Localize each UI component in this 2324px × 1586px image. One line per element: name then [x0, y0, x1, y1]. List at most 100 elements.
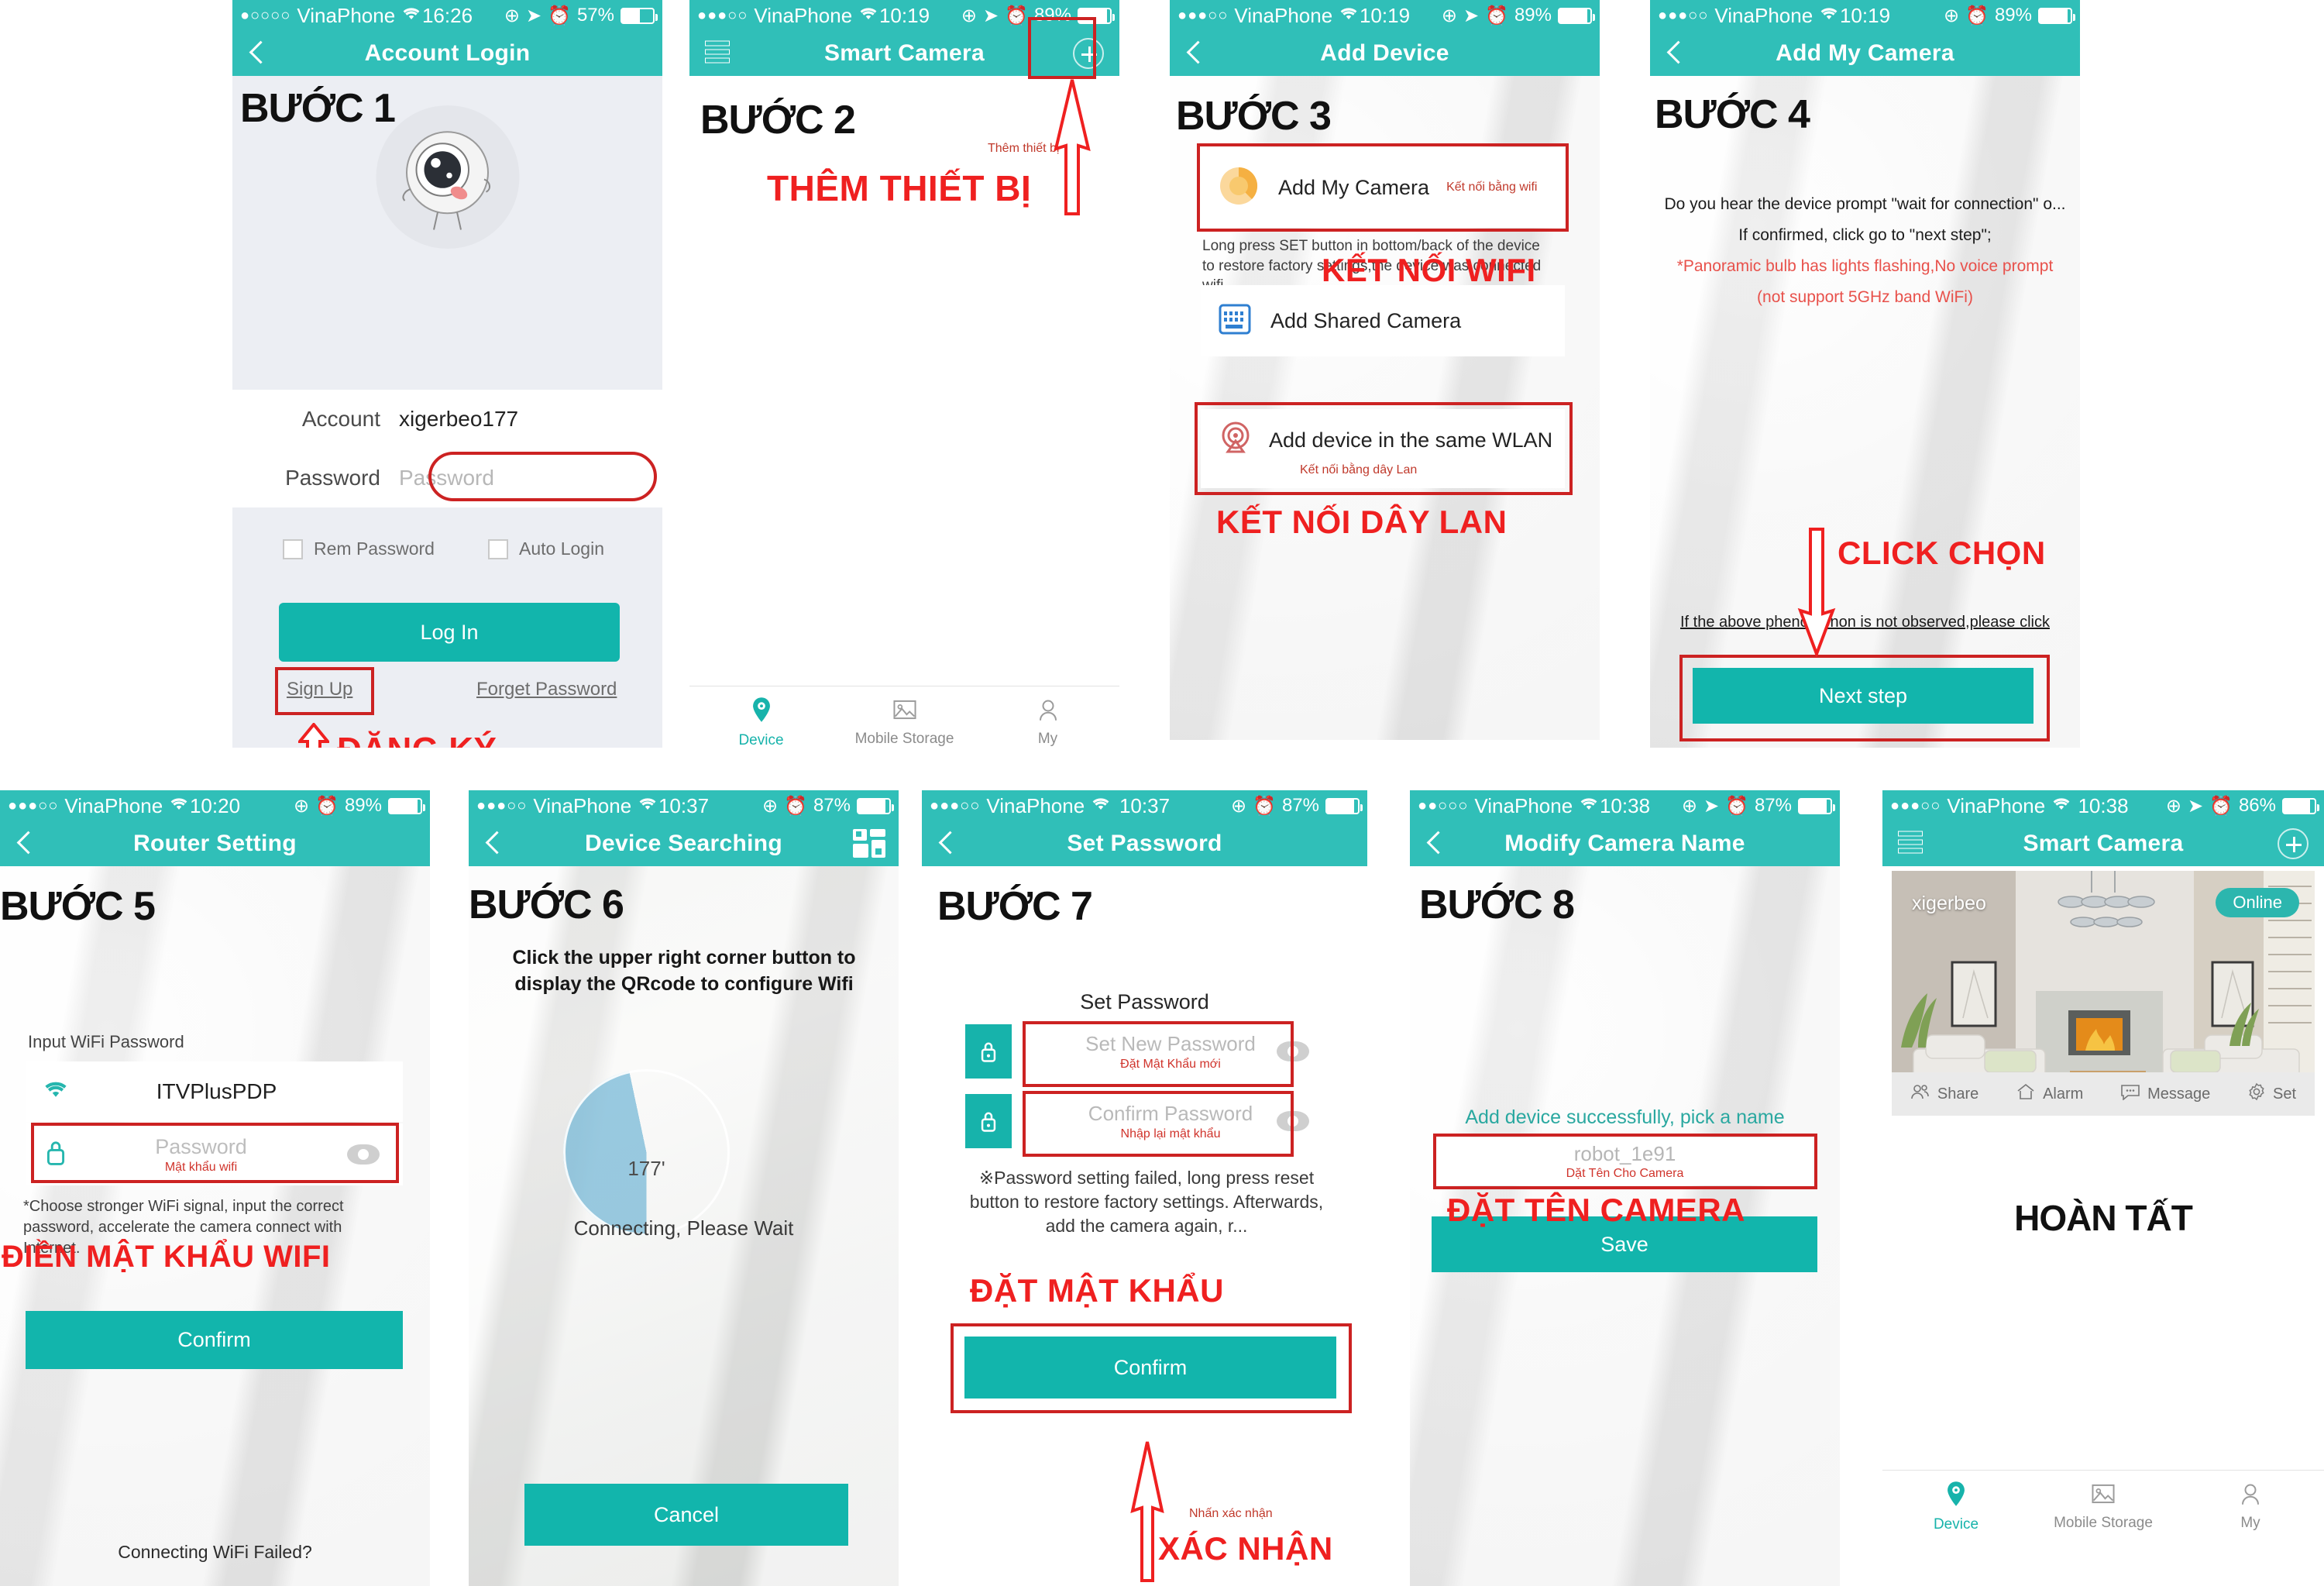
bottom-nav-device[interactable]: Device	[689, 686, 833, 759]
qrcode-icon[interactable]	[852, 828, 886, 859]
status-bar: ●●●○○ VinaPhone 10:19 ⊕ ⏰ 89%	[1650, 0, 2080, 31]
step-label-8: BƯỚC 8	[1419, 882, 1575, 927]
action-message[interactable]: Message	[2120, 1083, 2210, 1105]
nav-bar: Account Login	[232, 31, 662, 76]
battery-percent: 86%	[2238, 795, 2276, 816]
set-password-heading: Set Password	[1080, 990, 1209, 1013]
auto-login-row[interactable]: Auto Login	[488, 538, 604, 559]
step-label-7: BƯỚC 7	[937, 884, 1093, 929]
back-icon[interactable]	[1667, 42, 1681, 65]
menu-icon[interactable]	[1898, 831, 1923, 857]
nav-bar: Device Searching	[469, 821, 899, 866]
back-icon[interactable]	[249, 42, 263, 65]
status-bar: ●●●○○ VinaPhone 10:20 ⊕ ⏰ 89%	[0, 790, 430, 821]
cancel-button[interactable]: Cancel	[524, 1484, 848, 1546]
warning-line-1: *Panoramic bulb has lights flashing,No v…	[1676, 257, 2054, 275]
add-button-highlight-box	[1028, 17, 1096, 79]
step-label-4: BƯỚC 4	[1655, 92, 1810, 137]
location-arrow-icon: ➤	[1463, 5, 1480, 26]
password-label: Password	[285, 466, 380, 490]
bottom-nav-mobile-storage[interactable]: Mobile Storage	[2030, 1471, 2177, 1543]
user-icon	[1037, 698, 1060, 726]
rem-password-checkbox[interactable]	[283, 538, 303, 559]
bottom-nav-mobile-storage[interactable]: Mobile Storage	[833, 686, 976, 759]
carrier-label: VinaPhone	[1714, 3, 1813, 27]
bottom-nav-my[interactable]: My	[976, 686, 1119, 759]
add-shared-camera-card[interactable]: Add Shared Camera	[1201, 285, 1565, 356]
status-bar: ●●●○○ VinaPhone 10:19 ⊕ ➤ ⏰ 89%	[1170, 0, 1600, 31]
ssid-value[interactable]: ITVPlusPDP	[69, 1079, 364, 1104]
password-note-text: ※Password setting failed, long press res…	[969, 1168, 1324, 1237]
login-button-label: Log In	[420, 620, 479, 644]
panel-step3: ●●●○○ VinaPhone 10:19 ⊕ ➤ ⏰ 89% Add Devi…	[1170, 0, 1600, 740]
tutorial-sheet: ●○○○○ VinaPhone 16:26 ⊕ ➤ ⏰ 57% Account …	[0, 0, 2324, 1586]
back-icon[interactable]	[939, 832, 953, 855]
page-title: Modify Camera Name	[1504, 831, 1745, 856]
alarm-clock-icon: ⏰	[1965, 5, 1989, 26]
camera-preview[interactable]: xigerbeo Online Share Alarm Message Set	[1892, 871, 2315, 1116]
add-device-button[interactable]	[2278, 828, 2309, 859]
alarm-clock-icon: ⏰	[548, 5, 571, 26]
battery-percent: 57%	[576, 5, 614, 26]
nav-bar: Set Password	[922, 821, 1367, 866]
panel-body: Account xigerbeo177 Password Password Re…	[232, 76, 662, 748]
wifi-icon	[1339, 5, 1359, 27]
rotation-lock-icon: ⊕	[504, 5, 520, 26]
back-icon[interactable]	[486, 832, 500, 855]
panel-step2: ●●●○○ VinaPhone 10:19 ⊕ ➤ ⏰ 89% Smart Ca…	[689, 0, 1119, 759]
cancel-button-label: Cancel	[653, 1502, 720, 1526]
status-time: 10:38	[2078, 793, 2129, 817]
alarm-clock-icon: ⏰	[1005, 5, 1028, 26]
camera-name-highlight-box	[1433, 1134, 1817, 1189]
bottom-nav-storage-label: Mobile Storage	[854, 731, 954, 747]
ssid-row[interactable]: ITVPlusPDP	[26, 1061, 403, 1122]
panel-step9: ●●●○○ VinaPhone 10:38 ⊕ ➤ ⏰ 86% Smart Ca…	[1882, 790, 2324, 1586]
back-icon[interactable]	[17, 832, 31, 855]
confirm-button[interactable]: Confirm	[26, 1311, 403, 1369]
login-content: Account xigerbeo177 Password Password Re…	[232, 76, 662, 748]
action-alarm[interactable]: Alarm	[2016, 1083, 2083, 1105]
signal-dots-icon: ●●●○○	[1658, 7, 1709, 24]
battery-percent: 87%	[1281, 795, 1319, 816]
action-share[interactable]: Share	[1910, 1083, 1978, 1105]
next-step-highlight-box	[1679, 655, 2050, 741]
image-icon	[2091, 1482, 2116, 1510]
image-icon	[892, 698, 917, 726]
rem-password-row[interactable]: Rem Password	[283, 538, 435, 559]
bottom-nav-my[interactable]: My	[2177, 1471, 2324, 1543]
annotation-click-chon: CLICK CHỌN	[1838, 535, 2046, 571]
phenomenon-hint-link[interactable]: If the above phenomenon is not observed,…	[1650, 614, 2080, 631]
nav-bar: Router Setting	[0, 821, 430, 866]
annotation-dien-mat-khau-wifi: ĐIỀN MẬT KHẨU WIFI	[2, 1240, 331, 1274]
status-left: ●●●○○ VinaPhone	[930, 794, 1111, 818]
action-set[interactable]: Set	[2247, 1082, 2296, 1106]
bottom-nav-device[interactable]: Device	[1882, 1471, 2030, 1543]
wifi-icon	[638, 795, 658, 817]
annotation-nhan-xac-nhan: Nhấn xác nhận	[1189, 1507, 1273, 1520]
bottom-nav-my-label: My	[2240, 1515, 2260, 1531]
login-button[interactable]: Log In	[279, 603, 620, 662]
camera-name-label: xigerbeo	[1912, 893, 1986, 914]
account-input[interactable]: xigerbeo177	[399, 407, 518, 432]
page-title: Set Password	[1067, 831, 1222, 856]
back-icon[interactable]	[1187, 42, 1201, 65]
carrier-label: VinaPhone	[1474, 793, 1573, 817]
forget-password-link[interactable]: Forget Password	[476, 679, 617, 700]
confirm-highlight-box	[951, 1323, 1352, 1413]
panel-step8: ●●○○○ VinaPhone 10:38 ⊕ ➤ ⏰ 87% Modify C…	[1410, 790, 1840, 1586]
back-icon[interactable]	[1427, 832, 1441, 855]
wifi-icon	[401, 5, 421, 27]
auto-login-checkbox[interactable]	[488, 538, 508, 559]
annotation-ket-noi-day-lan: KẾT NỐI DÂY LAN	[1216, 504, 1508, 540]
nav-bar: Add Device	[1170, 31, 1600, 76]
carrier-label: VinaPhone	[754, 3, 853, 27]
connecting-wifi-failed-link[interactable]: Connecting WiFi Failed?	[0, 1542, 430, 1563]
bottom-nav: Device Mobile Storage My	[1882, 1470, 2324, 1543]
carrier-label: VinaPhone	[533, 793, 632, 817]
status-left: ●●○○○ VinaPhone	[1418, 794, 1599, 818]
menu-icon[interactable]	[705, 40, 730, 67]
add-shared-camera-label: Add Shared Camera	[1270, 308, 1462, 332]
status-right: ⊕ ➤ ⏰ 57%	[504, 5, 658, 27]
carrier-label: VinaPhone	[297, 3, 396, 27]
status-time: 10:19	[1839, 3, 1891, 27]
